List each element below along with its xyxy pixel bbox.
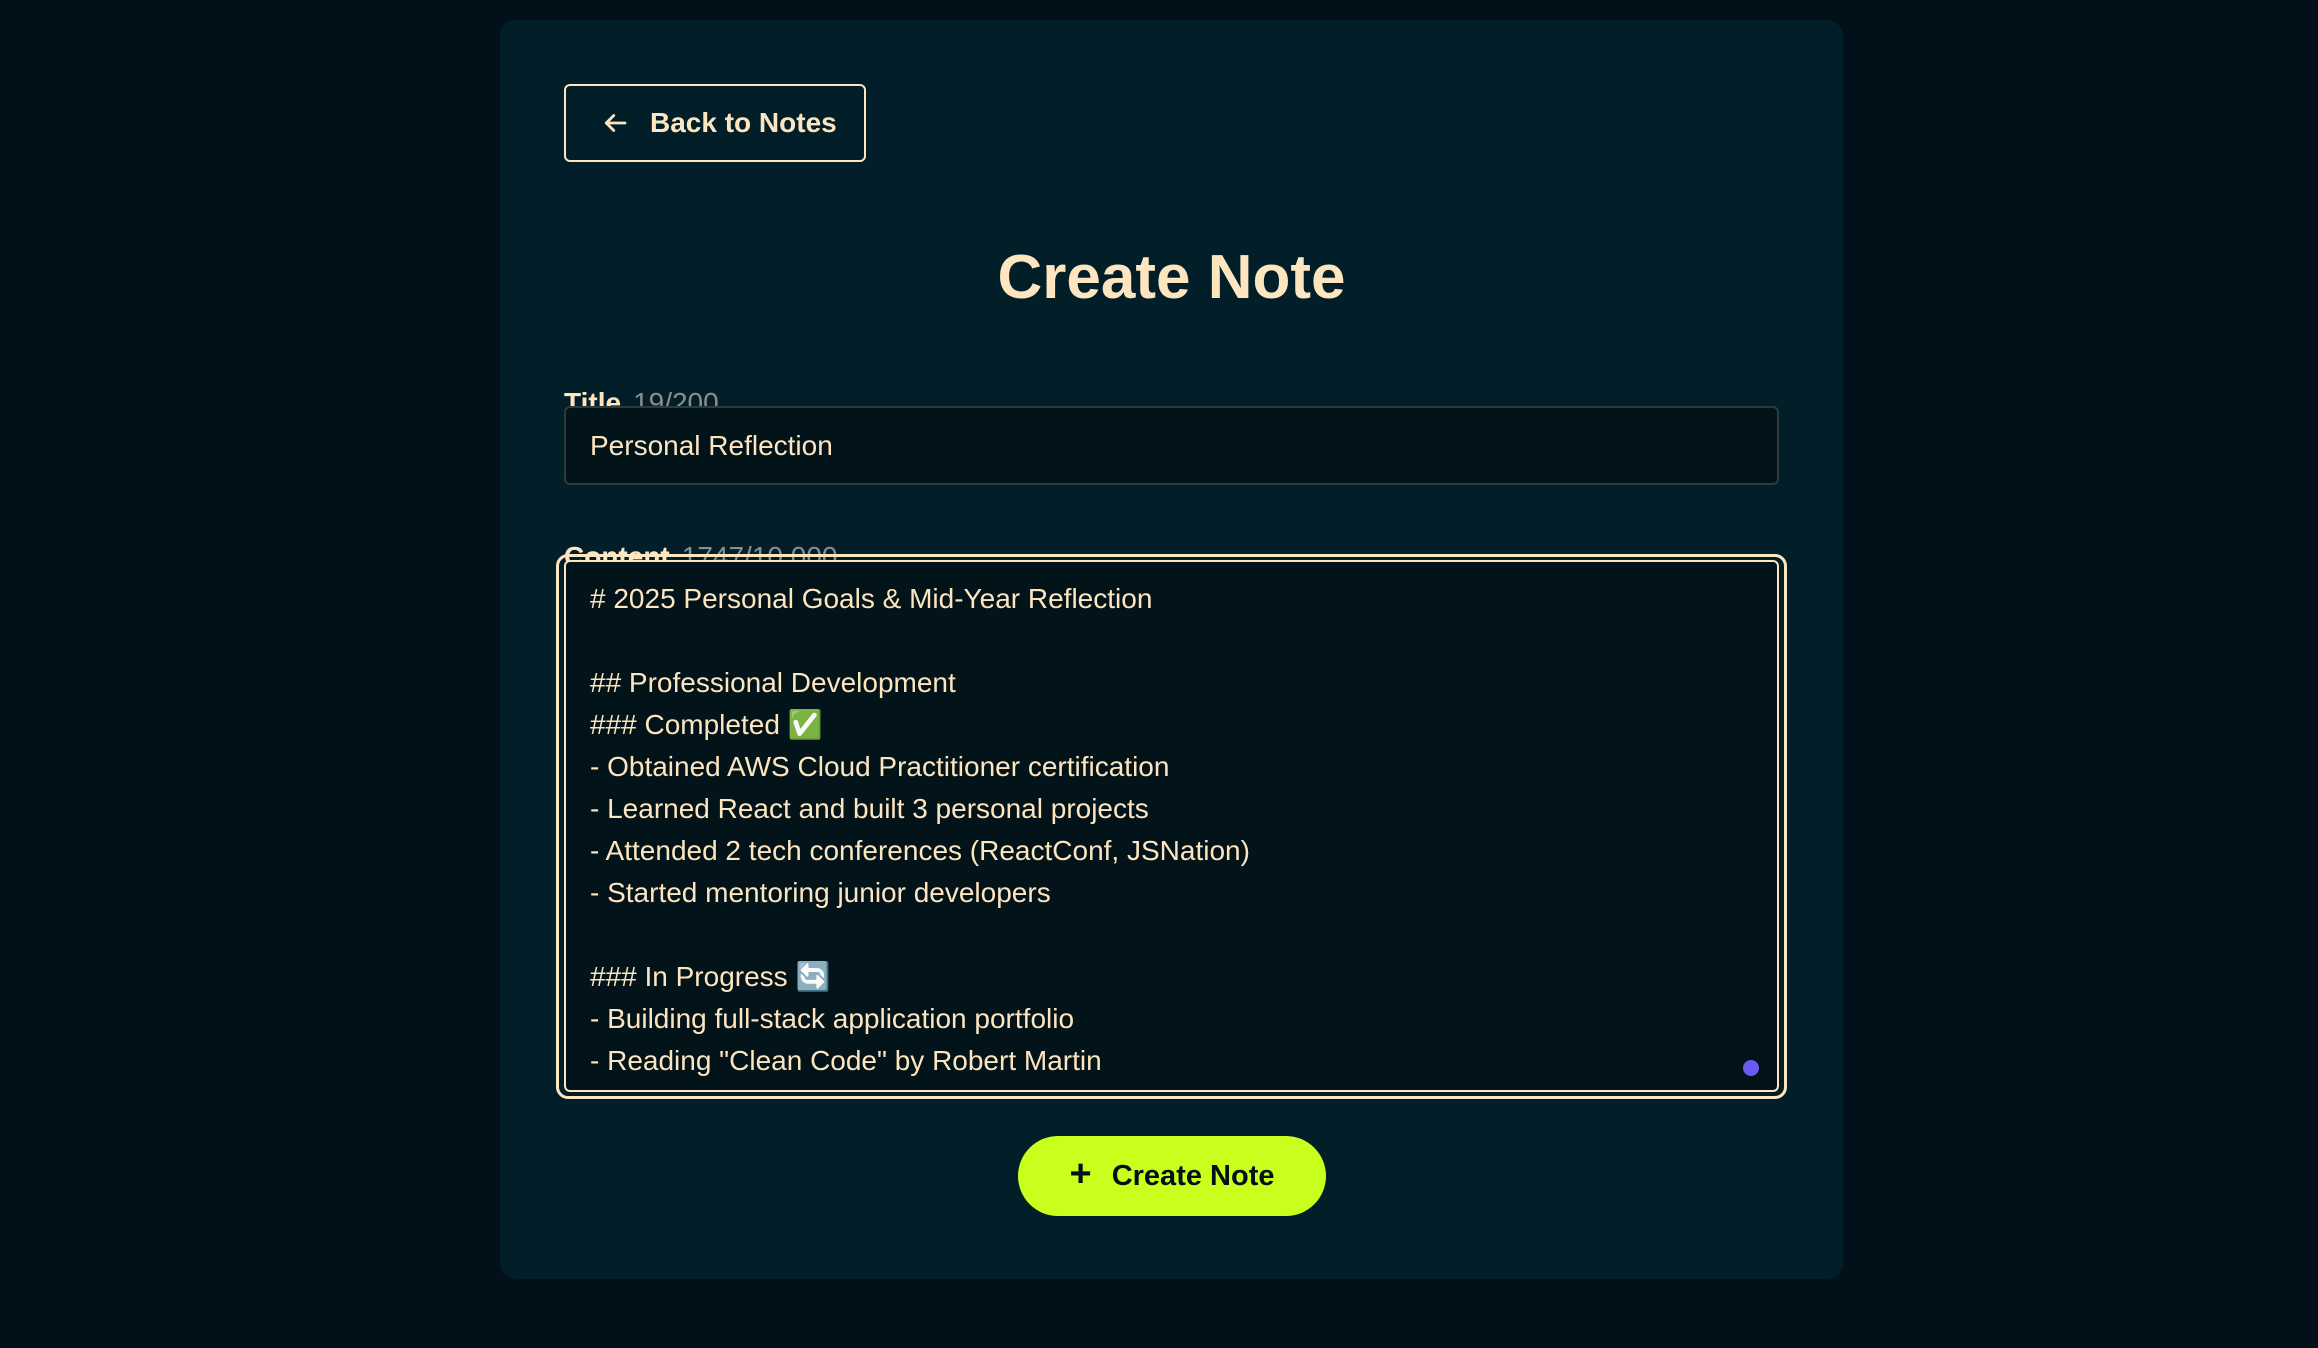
content-line	[590, 620, 1753, 662]
title-input-value: Personal Reflection	[590, 429, 833, 461]
back-to-notes-label: Back to Notes	[650, 107, 837, 138]
back-to-notes-button[interactable]: Back to Notes	[564, 84, 866, 162]
content-line: ## Professional Development	[590, 667, 956, 698]
page-title: Create Note	[997, 243, 1346, 312]
content-line: - Learned React and built 3 personal pro…	[590, 793, 1149, 824]
create-note-card: Back to Notes Create Note Title 19/200 P…	[500, 20, 1843, 1279]
create-note-button[interactable]: + Create Note	[1018, 1136, 1326, 1216]
content-line: - Attended 2 tech conferences (ReactConf…	[590, 835, 1250, 866]
plus-icon: +	[1069, 1153, 1092, 1195]
title-input[interactable]: Personal Reflection	[564, 406, 1779, 485]
content-line: ### In Progress 🔄	[590, 961, 831, 992]
content-line: # 2025 Personal Goals & Mid-Year Reflect…	[590, 583, 1153, 614]
content-line: - Building full-stack application portfo…	[590, 1003, 1075, 1034]
content-line: ### Completed ✅	[590, 709, 823, 740]
content-line: - Obtained AWS Cloud Practitioner certif…	[590, 751, 1170, 782]
resize-handle-icon[interactable]	[1743, 1060, 1759, 1076]
content-line: - Started mentoring junior developers	[590, 877, 1051, 908]
content-line	[590, 914, 1753, 956]
create-note-label: Create Note	[1111, 1159, 1275, 1192]
content-line: - Reading "Clean Code" by Robert Martin	[590, 1045, 1102, 1076]
content-textarea[interactable]: # 2025 Personal Goals & Mid-Year Reflect…	[564, 560, 1779, 1092]
arrow-left-icon	[600, 108, 630, 138]
